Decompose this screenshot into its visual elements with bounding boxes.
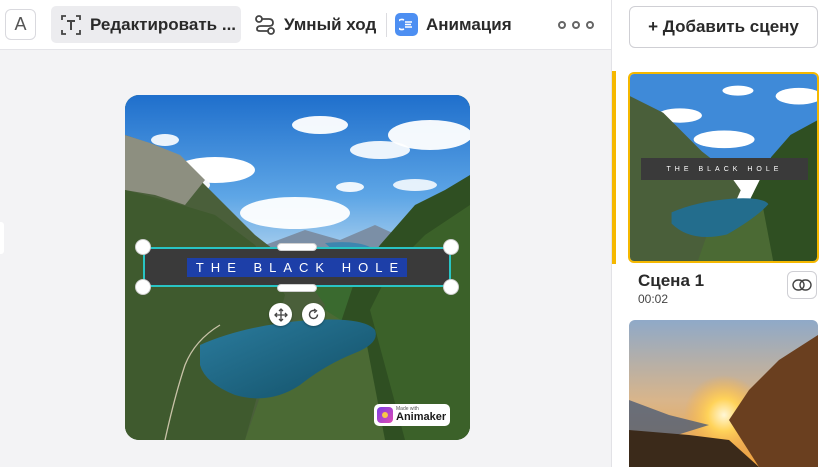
resize-handle-bottom[interactable] bbox=[277, 284, 317, 292]
transition-icon bbox=[792, 279, 812, 291]
active-scene-marker bbox=[612, 71, 616, 264]
font-button[interactable]: A bbox=[5, 9, 36, 40]
scene-duration: 00:02 bbox=[638, 292, 669, 306]
scene-title-text[interactable]: THE BLACK HOLE bbox=[186, 257, 408, 277]
smart-move-label: Умный ход bbox=[284, 14, 377, 34]
text-edit-icon bbox=[61, 14, 81, 35]
font-icon: A bbox=[14, 14, 27, 34]
animaker-logo-icon bbox=[377, 407, 393, 423]
animation-icon bbox=[395, 13, 418, 36]
resize-handle-top[interactable] bbox=[277, 243, 317, 251]
smart-move-button[interactable]: Умный ход bbox=[254, 6, 376, 43]
edit-text-button[interactable]: Редактировать ... bbox=[51, 6, 241, 43]
resize-handle-bottom-left[interactable] bbox=[135, 279, 151, 295]
left-panel-toggle[interactable] bbox=[0, 222, 4, 254]
resize-handle-top-right[interactable] bbox=[443, 239, 459, 255]
sunset-thumbnail-image bbox=[629, 320, 818, 467]
top-toolbar: A Редактировать ... Умный ход Анимация bbox=[0, 0, 611, 50]
animation-label: Анимация bbox=[426, 14, 512, 34]
animaker-watermark: Made with Animaker bbox=[374, 404, 450, 426]
resize-handle-top-left[interactable] bbox=[135, 239, 151, 255]
smart-move-icon bbox=[255, 14, 275, 35]
animation-button[interactable]: Анимация bbox=[395, 6, 512, 43]
toolbar-divider bbox=[386, 13, 387, 37]
watermark-brand: Animaker bbox=[396, 411, 447, 423]
edit-text-label: Редактировать ... bbox=[90, 14, 237, 34]
scene-transition-button[interactable] bbox=[787, 271, 817, 299]
scene-thumbnail-2[interactable] bbox=[629, 320, 818, 467]
scene-thumbnail-1[interactable]: THE BLACK HOLE bbox=[628, 72, 819, 263]
more-options-icon[interactable] bbox=[558, 14, 594, 36]
resize-handle-bottom-right[interactable] bbox=[443, 279, 459, 295]
selected-text-element[interactable]: THE BLACK HOLE bbox=[143, 247, 451, 287]
rotate-icon[interactable] bbox=[302, 303, 325, 326]
scene-name[interactable]: Сцена 1 bbox=[638, 271, 704, 291]
scene-thumbnail-text: THE BLACK HOLE bbox=[641, 158, 808, 180]
add-scene-button[interactable]: + Добавить сцену bbox=[629, 6, 818, 48]
move-icon[interactable] bbox=[269, 303, 292, 326]
